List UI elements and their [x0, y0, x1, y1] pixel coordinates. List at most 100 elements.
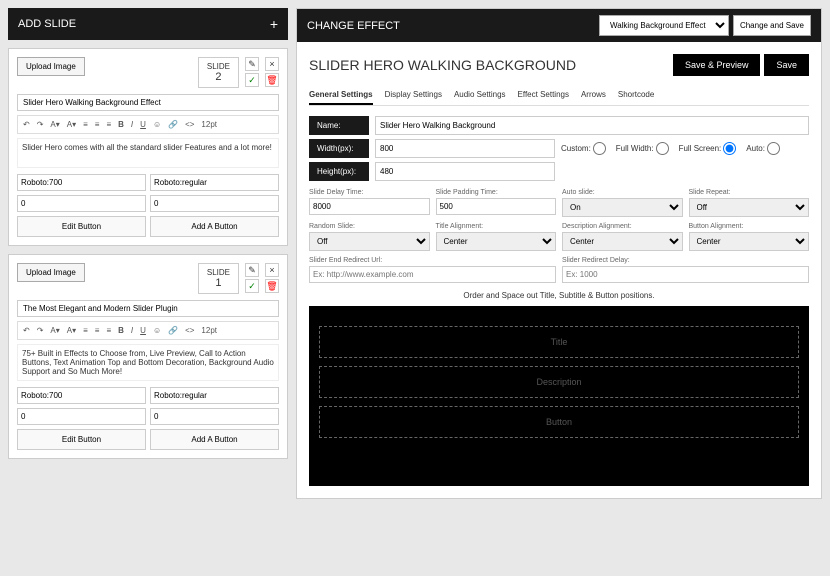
align-left-icon[interactable]: ≡ [81, 325, 90, 336]
code-icon[interactable]: <> [183, 325, 196, 336]
font1-input[interactable] [17, 387, 146, 404]
redirect-delay-input[interactable] [562, 266, 809, 283]
bg-color-icon[interactable]: A▾ [65, 119, 78, 130]
btnalign-select[interactable]: Center [689, 232, 810, 251]
align-left-icon[interactable]: ≡ [81, 119, 90, 130]
font-color-icon[interactable]: A▾ [48, 119, 61, 130]
redirect-url-input[interactable] [309, 266, 556, 283]
fullscreen-radio[interactable]: Full Screen: [679, 142, 737, 155]
repeat-select[interactable]: Off [689, 198, 810, 217]
random-label: Random Slide: [309, 223, 430, 230]
bold-icon[interactable]: B [116, 119, 126, 130]
emoji-icon[interactable]: ☺ [151, 119, 163, 130]
redo-icon[interactable]: ↷ [35, 119, 46, 130]
tab-general[interactable]: General Settings [309, 86, 373, 105]
underline-icon[interactable]: U [138, 119, 148, 130]
undo-icon[interactable]: ↶ [21, 119, 32, 130]
edit-icon[interactable]: ✎ [245, 57, 259, 71]
edit-icon[interactable]: ✎ [245, 263, 259, 277]
tabs: General Settings Display Settings Audio … [309, 86, 809, 106]
font1-input[interactable] [17, 174, 146, 191]
editor-content[interactable]: 75+ Built in Effects to Choose from, Liv… [17, 344, 279, 381]
editor-content[interactable]: Slider Hero comes with all the standard … [17, 138, 279, 168]
edit-button[interactable]: Edit Button [17, 429, 146, 450]
edit-button[interactable]: Edit Button [17, 216, 146, 237]
align-center-icon[interactable]: ≡ [93, 325, 102, 336]
bold-icon[interactable]: B [116, 325, 126, 336]
close-icon[interactable]: × [265, 263, 279, 277]
page-title: SLIDER HERO WALKING BACKGROUND [309, 57, 576, 73]
emoji-icon[interactable]: ☺ [151, 325, 163, 336]
italic-icon[interactable]: I [129, 119, 135, 130]
offset2-input[interactable] [150, 195, 279, 212]
height-label: Height(px): [309, 162, 369, 181]
width-input[interactable] [375, 139, 555, 158]
code-icon[interactable]: <> [183, 119, 196, 130]
change-and-save-button[interactable]: Change and Save [733, 15, 811, 36]
tab-display[interactable]: Display Settings [385, 86, 442, 105]
add-a-button[interactable]: Add A Button [150, 429, 279, 450]
tab-shortcode[interactable]: Shortcode [618, 86, 654, 105]
align-center-icon[interactable]: ≡ [93, 119, 102, 130]
slide-title-input[interactable] [17, 300, 279, 317]
padding-label: Slide Padding Time: [436, 189, 557, 196]
close-icon[interactable]: × [265, 57, 279, 71]
tab-effect[interactable]: Effect Settings [518, 86, 569, 105]
custom-radio[interactable]: Custom: [561, 142, 606, 155]
delay-label: Slide Delay Time: [309, 189, 430, 196]
font-size-select[interactable]: 12pt [199, 119, 219, 130]
right-header: CHANGE EFFECT Walking Background Effect … [297, 9, 821, 42]
preview-desc-region[interactable]: Description [319, 366, 799, 398]
name-input[interactable] [375, 116, 809, 135]
effect-select[interactable]: Walking Background Effect [599, 15, 729, 36]
offset1-input[interactable] [17, 408, 146, 425]
add-slide-plus-icon[interactable]: + [270, 16, 278, 32]
offset1-input[interactable] [17, 195, 146, 212]
font-color-icon[interactable]: A▾ [48, 325, 61, 336]
align-right-icon[interactable]: ≡ [104, 119, 113, 130]
add-slide-title: ADD SLIDE [18, 18, 76, 30]
italic-icon[interactable]: I [129, 325, 135, 336]
bg-color-icon[interactable]: A▾ [65, 325, 78, 336]
check-icon[interactable]: ✓ [245, 279, 259, 293]
save-preview-button[interactable]: Save & Preview [673, 54, 761, 76]
font2-input[interactable] [150, 387, 279, 404]
underline-icon[interactable]: U [138, 325, 148, 336]
offset2-input[interactable] [150, 408, 279, 425]
link-icon[interactable]: 🔗 [166, 325, 180, 336]
slide-title-input[interactable] [17, 94, 279, 111]
save-button[interactable]: Save [764, 54, 809, 76]
height-input[interactable] [375, 162, 555, 181]
auto-radio[interactable]: Auto: [746, 142, 780, 155]
delete-icon[interactable]: 🗑 [265, 279, 279, 293]
check-icon[interactable]: ✓ [245, 73, 259, 87]
add-a-button[interactable]: Add A Button [150, 216, 279, 237]
fullwidth-radio[interactable]: Full Width: [616, 142, 669, 155]
link-icon[interactable]: 🔗 [166, 119, 180, 130]
titlealign-select[interactable]: Center [436, 232, 557, 251]
redo-icon[interactable]: ↷ [35, 325, 46, 336]
font2-input[interactable] [150, 174, 279, 191]
align-right-icon[interactable]: ≡ [104, 325, 113, 336]
font-size-select[interactable]: 12pt [199, 325, 219, 336]
undo-icon[interactable]: ↶ [21, 325, 32, 336]
descalign-select[interactable]: Center [562, 232, 683, 251]
slide-number-box: SLIDE 2 [198, 57, 239, 88]
btnalign-label: Button Alignment: [689, 223, 810, 230]
upload-image-button[interactable]: Upload Image [17, 57, 85, 76]
preview-btn-region[interactable]: Button [319, 406, 799, 438]
add-slide-header: ADD SLIDE + [8, 8, 288, 40]
preview-title-region[interactable]: Title [319, 326, 799, 358]
preview-instruction: Order and Space out Title, Subtitle & Bu… [309, 291, 809, 300]
delete-icon[interactable]: 🗑 [265, 73, 279, 87]
padding-input[interactable] [436, 198, 557, 215]
tab-arrows[interactable]: Arrows [581, 86, 606, 105]
left-panel: ADD SLIDE + Upload Image SLIDE 2 ✎ ✓ × 🗑 [8, 8, 288, 499]
delay-input[interactable] [309, 198, 430, 215]
upload-image-button[interactable]: Upload Image [17, 263, 85, 282]
redirect-url-label: Slider End Redirect Url: [309, 257, 556, 264]
random-select[interactable]: Off [309, 232, 430, 251]
editor-toolbar: ↶ ↷ A▾ A▾ ≡ ≡ ≡ B I U ☺ 🔗 <> 12pt [17, 321, 279, 340]
autoslide-select[interactable]: On [562, 198, 683, 217]
tab-audio[interactable]: Audio Settings [454, 86, 506, 105]
